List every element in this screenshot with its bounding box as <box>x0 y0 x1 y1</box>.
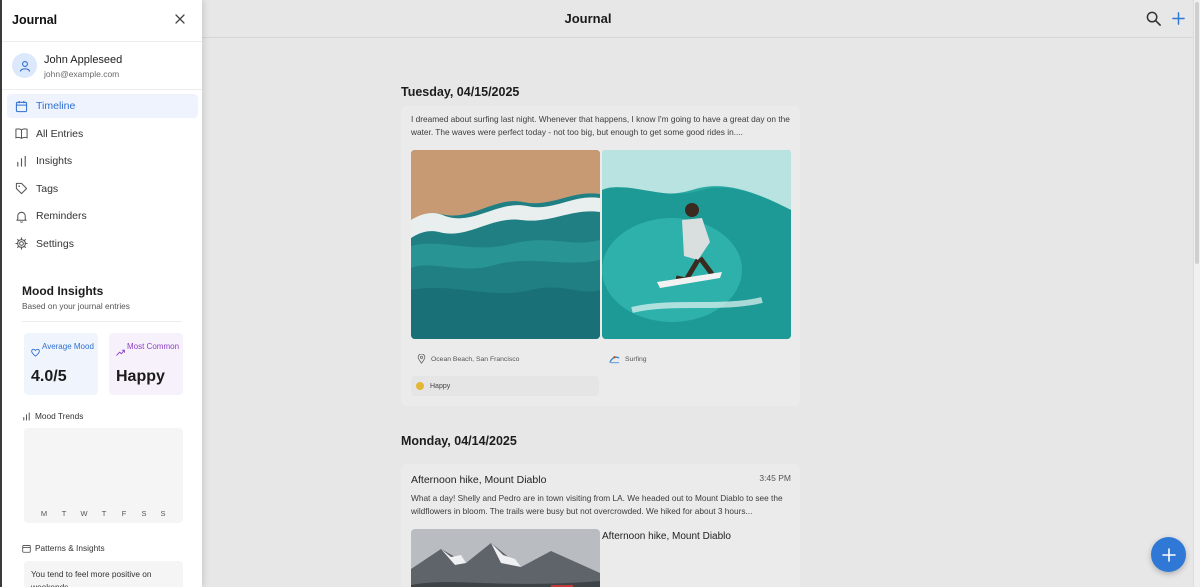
journal-entry-card[interactable]: Afternoon hike, Mount Diablo 3:45 PM Wha… <box>401 464 800 587</box>
sidebar-item-label: Timeline <box>36 100 76 112</box>
entry-title: Afternoon hike, Mount Diablo <box>411 474 547 486</box>
sidebar-item-label: Reminders <box>36 210 87 222</box>
location-pin-icon <box>417 354 426 364</box>
entry-text: I dreamed about surfing last night. When… <box>411 114 790 137</box>
mood-trends-heading: Mood Trends <box>22 411 83 421</box>
average-mood-label: Average Mood <box>42 342 94 351</box>
sidebar-item-timeline[interactable]: Timeline <box>7 94 198 118</box>
tag-icon <box>15 182 28 195</box>
patterns-label: Patterns & Insights <box>35 543 105 553</box>
sidebar-item-all-entries[interactable]: All Entries <box>7 122 198 146</box>
mood-trends-chart: M T W T F S S <box>24 428 183 523</box>
bar-chart-icon <box>23 411 30 421</box>
beach-aerial-photo[interactable] <box>411 150 600 339</box>
weekday-label: W <box>80 509 88 518</box>
most-common-value: Happy <box>116 368 165 385</box>
mood-insights-title: Mood Insights <box>22 284 104 298</box>
entry-time: 3:45 PM <box>759 473 791 483</box>
sidebar-item-label: Insights <box>36 155 73 167</box>
sidebar-item-reminders[interactable]: Reminders <box>7 204 198 228</box>
trending-up-icon <box>116 349 125 356</box>
calendar-icon <box>22 544 31 553</box>
average-mood-value: 4.0/5 <box>31 368 67 385</box>
gear-icon <box>15 237 28 250</box>
surfer-photo[interactable] <box>602 150 791 339</box>
mood-trends-label: Mood Trends <box>35 411 84 421</box>
user-name: John Appleseed <box>44 54 123 66</box>
bar-chart-icon <box>17 155 26 167</box>
sidebar-title: Journal <box>12 13 58 27</box>
sidebar-item-insights[interactable]: Insights <box>7 149 198 173</box>
weekday-label: T <box>61 509 67 518</box>
patterns-heading: Patterns & Insights <box>22 543 105 553</box>
entry-mood-text: Happy <box>430 382 451 390</box>
most-common-mood-card: Most Common Happy <box>109 333 183 395</box>
entry-mood-badge: Happy <box>411 376 599 396</box>
divider <box>22 321 182 322</box>
search-icon[interactable] <box>1146 11 1161 26</box>
sidebar-item-settings[interactable]: Settings <box>7 232 198 256</box>
plus-icon[interactable] <box>1172 12 1185 25</box>
entry-date-heading: Monday, 04/14/2025 <box>401 434 517 448</box>
entry-activity: Surfing <box>609 354 647 364</box>
sidebar-item-label: Tags <box>36 182 59 195</box>
bell-icon <box>16 211 27 223</box>
calendar-icon <box>15 100 28 112</box>
new-entry-fab[interactable] <box>1151 537 1186 572</box>
sidebar-item-tags[interactable]: Tags <box>7 177 198 201</box>
entry-location: Ocean Beach, San Francisco <box>417 354 519 364</box>
plus-icon <box>1161 547 1176 562</box>
scrollbar-thumb[interactable] <box>1195 2 1199 264</box>
entry-date-heading: Tuesday, 04/15/2025 <box>401 85 520 99</box>
user-icon <box>19 60 30 72</box>
mountain-photo[interactable] <box>411 529 600 587</box>
sidebar-nav: Timeline All Entries Insights Tags Remin… <box>7 94 198 259</box>
avatar <box>12 53 37 78</box>
book-icon <box>15 128 28 139</box>
page-scrollbar[interactable] <box>1193 0 1200 587</box>
user-profile[interactable]: John Appleseed john@example.com <box>2 42 202 90</box>
entry-activity-text: Surfing <box>625 355 647 363</box>
sidebar-item-label: Settings <box>36 237 74 250</box>
weekday-label: T <box>101 509 107 518</box>
most-common-label: Most Common <box>127 342 180 351</box>
pattern-insight-text: You tend to feel more positive on weeken… <box>31 569 152 587</box>
weekday-label: S <box>160 509 166 518</box>
sidebar-drawer: Journal John Appleseed john@example.com … <box>0 0 202 587</box>
weekday-label: F <box>121 509 127 518</box>
mood-insights-subtitle: Based on your journal entries <box>22 301 130 311</box>
pattern-insight-card: You tend to feel more positive on weeken… <box>24 561 183 587</box>
sidebar-item-label: All Entries <box>36 127 84 140</box>
journal-entry-card[interactable]: I dreamed about surfing last night. When… <box>401 106 800 406</box>
user-email: john@example.com <box>44 69 120 79</box>
surfing-icon <box>609 355 620 364</box>
entry-text: What a day! Shelly and Pedro are in town… <box>411 493 783 516</box>
average-mood-card: Average Mood 4.0/5 <box>24 333 98 395</box>
close-icon[interactable] <box>175 14 185 24</box>
entry-location-text: Ocean Beach, San Francisco <box>431 355 520 363</box>
weekday-label: M <box>40 509 48 518</box>
photo-caption: Afternoon hike, Mount Diablo <box>602 531 731 542</box>
mood-dot-icon <box>416 382 424 390</box>
weekday-label: S <box>141 509 147 518</box>
sidebar-header: Journal <box>2 0 202 42</box>
heart-icon <box>31 348 40 357</box>
